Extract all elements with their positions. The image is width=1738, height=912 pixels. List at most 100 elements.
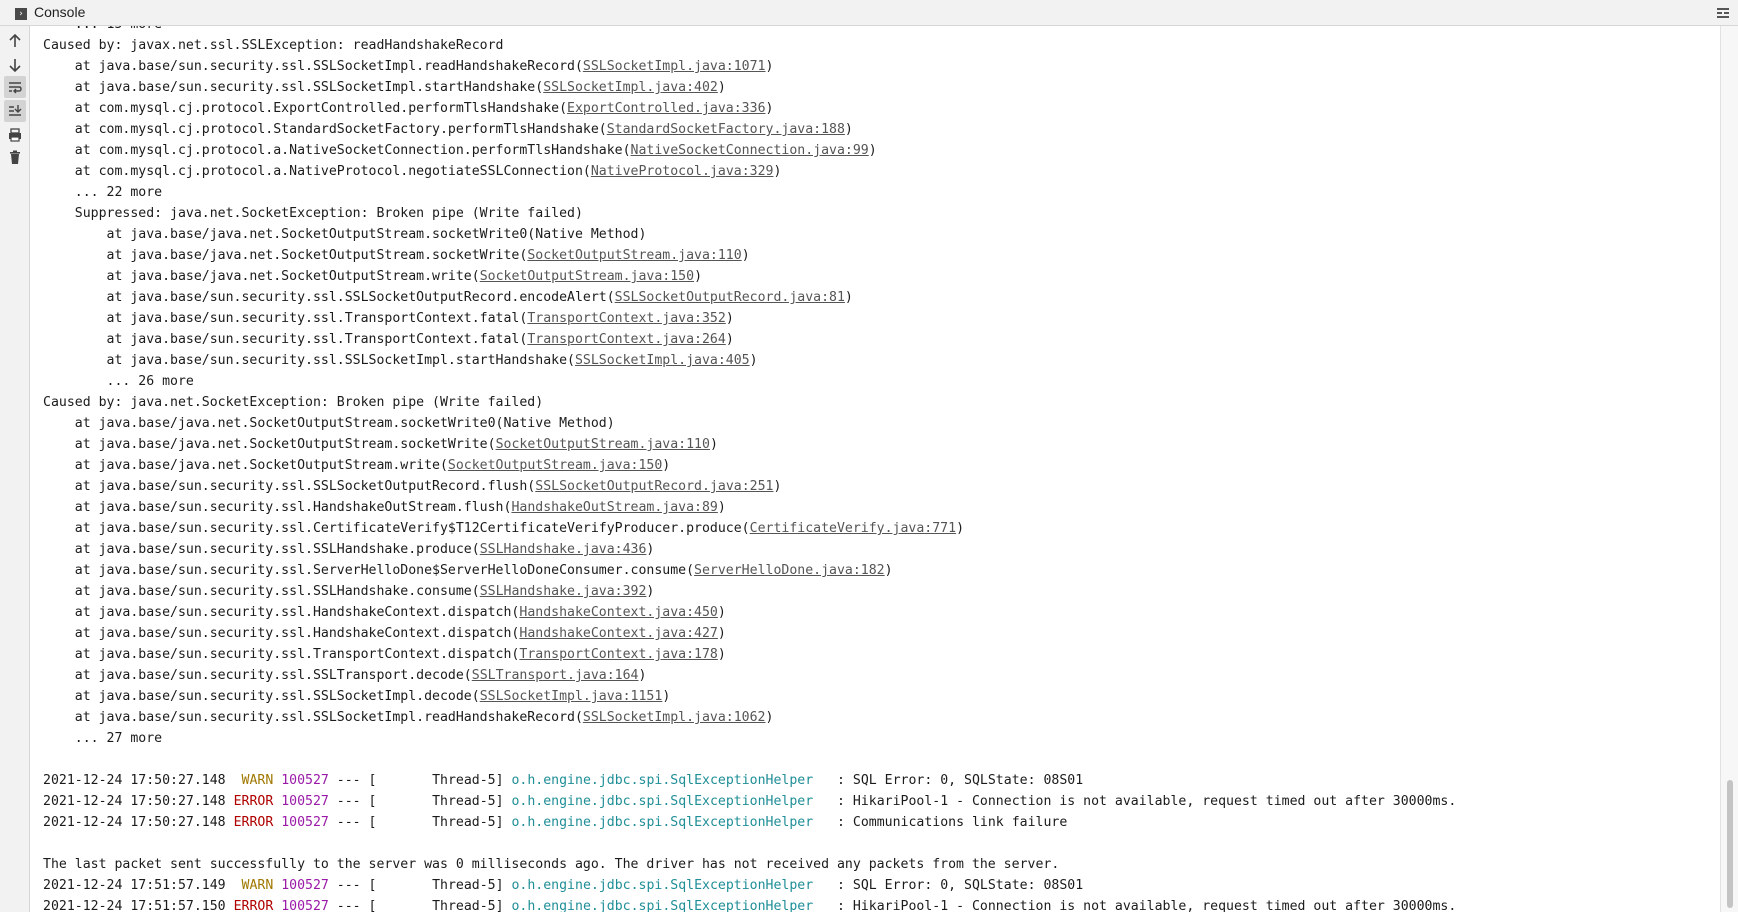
console-toolbar bbox=[0, 26, 30, 912]
log-line: ... 22 more bbox=[43, 182, 1720, 203]
log-text: at java.base/sun.security.ssl.HandshakeC… bbox=[43, 605, 520, 620]
source-link[interactable]: SocketOutputStream.java:110 bbox=[527, 248, 741, 263]
log-line: 2021-12-24 17:50:27.148 WARN 100527 --- … bbox=[43, 770, 1720, 791]
log-text: : SQL Error: 0, SQLState: 08S01 bbox=[829, 773, 1084, 788]
vertical-scrollbar[interactable] bbox=[1720, 26, 1738, 912]
log-text: at com.mysql.cj.protocol.ExportControlle… bbox=[43, 101, 568, 116]
log-text: WARN bbox=[233, 773, 274, 788]
source-link[interactable]: HandshakeContext.java:427 bbox=[519, 626, 718, 641]
log-text: ) bbox=[717, 626, 726, 641]
log-text: at java.base/sun.security.ssl.SSLSocketI… bbox=[43, 710, 583, 725]
source-link[interactable]: SocketOutputStream.java:110 bbox=[496, 437, 710, 452]
source-link[interactable]: SocketOutputStream.java:150 bbox=[448, 458, 662, 473]
log-line: at java.base/sun.security.ssl.SSLHandsha… bbox=[43, 581, 1720, 602]
source-link[interactable]: StandardSocketFactory.java:188 bbox=[607, 122, 845, 137]
source-link[interactable]: ExportControlled.java:336 bbox=[567, 101, 766, 116]
log-text: 100527 bbox=[281, 878, 329, 893]
log-line: at com.mysql.cj.protocol.a.NativeProtoco… bbox=[43, 161, 1720, 182]
source-link[interactable]: CertificateVerify.java:771 bbox=[750, 521, 956, 536]
source-link[interactable]: SocketOutputStream.java:150 bbox=[480, 269, 694, 284]
log-line: at java.base/sun.security.ssl.HandshakeC… bbox=[43, 623, 1720, 644]
scroll-to-end-icon[interactable] bbox=[4, 100, 26, 122]
log-line: ... 15 more bbox=[43, 26, 1720, 35]
log-text: ) bbox=[773, 479, 782, 494]
log-line: at com.mysql.cj.protocol.a.NativeSocketC… bbox=[43, 140, 1720, 161]
source-link[interactable]: TransportContext.java:352 bbox=[527, 311, 726, 326]
log-text: o.h.engine.jdbc.spi.SqlExceptionHelper bbox=[511, 878, 830, 893]
log-text: at java.base/sun.security.ssl.SSLSocketO… bbox=[43, 479, 536, 494]
log-text: ) bbox=[662, 689, 671, 704]
log-text: 2021-12-24 17:50:27.148 bbox=[43, 815, 234, 830]
source-link[interactable]: TransportContext.java:264 bbox=[527, 332, 726, 347]
log-text: ERROR bbox=[233, 899, 274, 912]
log-text: at java.base/sun.security.ssl.Certificat… bbox=[43, 521, 750, 536]
log-text: ) bbox=[638, 668, 647, 683]
log-text: ) bbox=[646, 584, 655, 599]
source-link[interactable]: HandshakeOutStream.java:89 bbox=[511, 500, 717, 515]
log-text: ... 27 more bbox=[43, 731, 163, 746]
log-text: ) bbox=[709, 437, 718, 452]
log-text: WARN bbox=[233, 878, 274, 893]
log-text: o.h.engine.jdbc.spi.SqlExceptionHelper bbox=[511, 773, 830, 788]
scroll-down-icon[interactable] bbox=[4, 54, 26, 76]
log-text: ) bbox=[717, 500, 726, 515]
log-text: ... 26 more bbox=[43, 374, 194, 389]
log-text: 100527 bbox=[281, 899, 329, 912]
log-text: o.h.engine.jdbc.spi.SqlExceptionHelper bbox=[511, 899, 830, 912]
log-line: at com.mysql.cj.protocol.StandardSocketF… bbox=[43, 119, 1720, 140]
log-text: 2021-12-24 17:51:57.149 bbox=[43, 878, 234, 893]
log-line: at java.base/java.net.SocketOutputStream… bbox=[43, 245, 1720, 266]
panel-title: Console bbox=[34, 4, 86, 20]
log-text: o.h.engine.jdbc.spi.SqlExceptionHelper bbox=[511, 794, 830, 809]
log-line: at java.base/sun.security.ssl.SSLSocketO… bbox=[43, 287, 1720, 308]
log-text: 2021-12-24 17:50:27.148 bbox=[43, 794, 234, 809]
log-text: ) bbox=[765, 101, 774, 116]
clear-icon[interactable] bbox=[4, 146, 26, 168]
source-link[interactable]: SSLSocketImpl.java:1062 bbox=[583, 710, 766, 725]
log-line: at java.base/sun.security.ssl.TransportC… bbox=[43, 329, 1720, 350]
log-text: at java.base/java.net.SocketOutputStream… bbox=[43, 458, 448, 473]
log-text: ERROR bbox=[233, 794, 274, 809]
source-link[interactable]: HandshakeContext.java:450 bbox=[519, 605, 718, 620]
source-link[interactable]: SSLSocketImpl.java:402 bbox=[543, 80, 718, 95]
source-link[interactable]: SSLHandshake.java:436 bbox=[480, 542, 647, 557]
scroll-up-icon[interactable] bbox=[4, 30, 26, 52]
log-text: ) bbox=[884, 563, 893, 578]
log-text: ... 15 more bbox=[43, 26, 162, 32]
log-text: ) bbox=[662, 458, 671, 473]
log-text: at java.base/java.net.SocketOutputStream… bbox=[43, 248, 528, 263]
log-text: at java.base/sun.security.ssl.SSLHandsha… bbox=[43, 584, 480, 599]
source-link[interactable]: SSLSocketOutputRecord.java:251 bbox=[535, 479, 773, 494]
source-link[interactable]: SSLSocketOutputRecord.java:81 bbox=[615, 290, 845, 305]
console-icon: › bbox=[15, 8, 27, 20]
log-text: at java.base/java.net.SocketOutputStream… bbox=[43, 437, 496, 452]
log-text: ... 22 more bbox=[43, 185, 163, 200]
print-icon[interactable] bbox=[4, 124, 26, 146]
source-link[interactable]: SSLSocketImpl.java:1151 bbox=[480, 689, 663, 704]
console-header: › Console bbox=[0, 0, 1738, 26]
source-link[interactable]: NativeProtocol.java:329 bbox=[591, 164, 774, 179]
source-link[interactable]: SSLHandshake.java:392 bbox=[480, 584, 647, 599]
log-line: at java.base/sun.security.ssl.SSLHandsha… bbox=[43, 539, 1720, 560]
source-link[interactable]: SSLSocketImpl.java:1071 bbox=[583, 59, 766, 74]
log-text: 2021-12-24 17:50:27.148 bbox=[43, 773, 234, 788]
layout-options-icon[interactable] bbox=[1716, 6, 1730, 20]
log-text: at java.base/sun.security.ssl.HandshakeC… bbox=[43, 626, 520, 641]
log-line: at java.base/sun.security.ssl.SSLSocketI… bbox=[43, 350, 1720, 371]
source-link[interactable]: ServerHelloDone.java:182 bbox=[694, 563, 885, 578]
source-link[interactable]: SSLSocketImpl.java:405 bbox=[575, 353, 750, 368]
console-output[interactable]: ... 15 more Caused by: javax.net.ssl.SSLE… bbox=[30, 26, 1720, 912]
log-text: at java.base/sun.security.ssl.SSLSocketI… bbox=[43, 59, 583, 74]
log-text: Caused by: javax.net.ssl.SSLException: r… bbox=[43, 38, 504, 53]
log-line: at java.base/java.net.SocketOutputStream… bbox=[43, 266, 1720, 287]
log-text: at java.base/sun.security.ssl.TransportC… bbox=[43, 647, 520, 662]
scrollbar-thumb[interactable] bbox=[1727, 780, 1733, 908]
log-line: 2021-12-24 17:51:57.149 WARN 100527 --- … bbox=[43, 875, 1720, 896]
source-link[interactable]: TransportContext.java:178 bbox=[519, 647, 718, 662]
log-line: at java.base/java.net.SocketOutputStream… bbox=[43, 224, 1720, 245]
soft-wrap-icon[interactable] bbox=[4, 76, 26, 98]
source-link[interactable]: NativeSocketConnection.java:99 bbox=[631, 143, 869, 158]
source-link[interactable]: SSLTransport.java:164 bbox=[472, 668, 639, 683]
